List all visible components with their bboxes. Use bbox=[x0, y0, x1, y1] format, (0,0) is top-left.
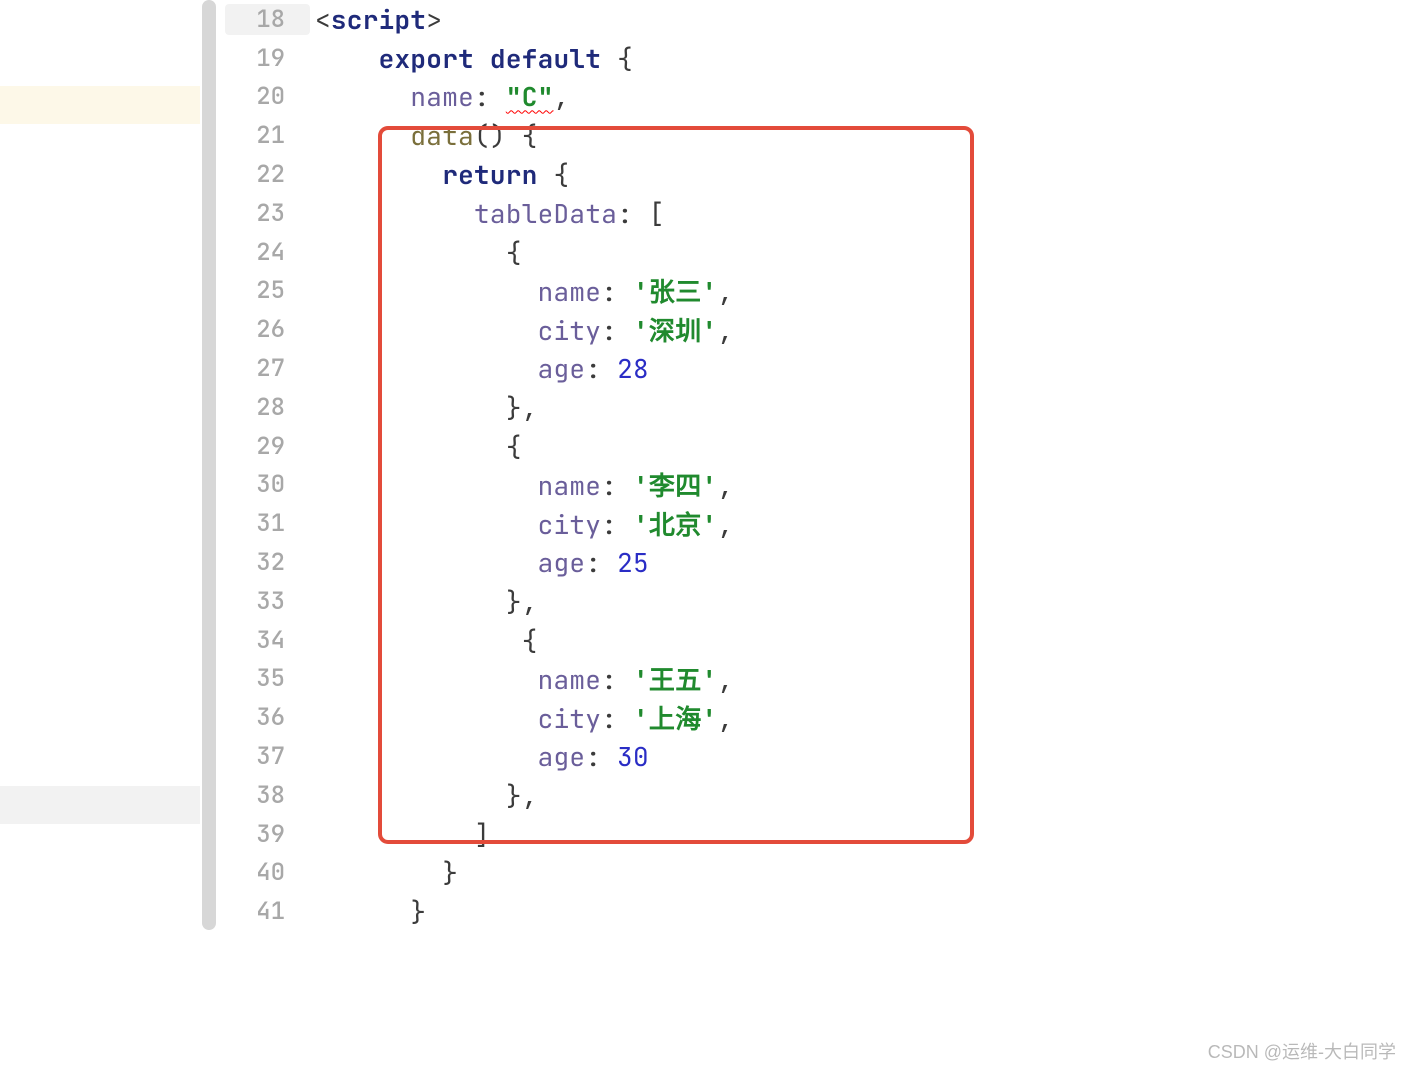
diff-modified-marker bbox=[0, 86, 200, 124]
line-number: 35 bbox=[225, 663, 310, 694]
code-line: ] bbox=[315, 817, 490, 852]
line-number: 19 bbox=[225, 43, 310, 74]
line-number: 39 bbox=[225, 819, 310, 850]
code-line: tableData: [ bbox=[315, 196, 665, 231]
line-number: 28 bbox=[225, 392, 310, 423]
line-number: 36 bbox=[225, 702, 310, 733]
line-number: 33 bbox=[225, 586, 310, 617]
line-number: 26 bbox=[225, 314, 310, 345]
code-line: name: "C", bbox=[315, 79, 569, 114]
line-number: 18 bbox=[225, 4, 310, 35]
code-line: } bbox=[315, 855, 458, 890]
line-number: 37 bbox=[225, 741, 310, 772]
code-line: city: '上海', bbox=[315, 699, 733, 736]
line-number: 30 bbox=[225, 469, 310, 500]
code-line: }, bbox=[315, 390, 538, 425]
code-line: age: 28 bbox=[315, 351, 649, 386]
code-line: name: '王五', bbox=[315, 660, 733, 697]
line-number: 21 bbox=[225, 120, 310, 151]
line-number: 23 bbox=[225, 198, 310, 229]
line-number: 41 bbox=[225, 896, 310, 927]
code-line: name: '李四', bbox=[315, 466, 733, 503]
code-line: age: 30 bbox=[315, 739, 649, 774]
scrollbar-thumb[interactable] bbox=[202, 0, 216, 930]
code-line: age: 25 bbox=[315, 545, 649, 580]
code-line: { bbox=[315, 235, 522, 270]
line-number: 22 bbox=[225, 159, 310, 190]
code-content[interactable]: <script> export default { name: "C", dat… bbox=[315, 0, 1406, 1072]
code-editor: 18 19 20 21 22 23 24 25 26 27 28 29 30 3… bbox=[0, 0, 1406, 1072]
code-line: }, bbox=[315, 778, 538, 813]
line-number: 32 bbox=[225, 547, 310, 578]
line-number: 25 bbox=[225, 275, 310, 306]
code-line: export default { bbox=[315, 41, 633, 76]
line-number: 24 bbox=[225, 237, 310, 268]
line-number: 20 bbox=[225, 81, 310, 112]
line-number: 38 bbox=[225, 780, 310, 811]
diff-margin bbox=[0, 0, 200, 1072]
code-line: } bbox=[315, 894, 426, 929]
code-line: <script> bbox=[315, 2, 442, 37]
line-number: 31 bbox=[225, 508, 310, 539]
line-number: 40 bbox=[225, 857, 310, 888]
line-number: 29 bbox=[225, 431, 310, 462]
line-number-gutter: 18 19 20 21 22 23 24 25 26 27 28 29 30 3… bbox=[225, 0, 315, 1072]
code-line: name: '张三', bbox=[315, 272, 733, 309]
code-line: { bbox=[315, 429, 522, 464]
diff-marker bbox=[0, 786, 200, 824]
code-line: }, bbox=[315, 584, 538, 619]
line-number: 27 bbox=[225, 353, 310, 384]
code-line: city: '深圳', bbox=[315, 311, 733, 348]
code-line: return { bbox=[315, 157, 569, 192]
watermark-text: CSDN @运维-大白同学 bbox=[1208, 1038, 1396, 1064]
code-line: { bbox=[315, 623, 538, 658]
code-line: city: '北京', bbox=[315, 505, 733, 542]
line-number: 34 bbox=[225, 625, 310, 656]
code-line: data() { bbox=[315, 118, 538, 153]
